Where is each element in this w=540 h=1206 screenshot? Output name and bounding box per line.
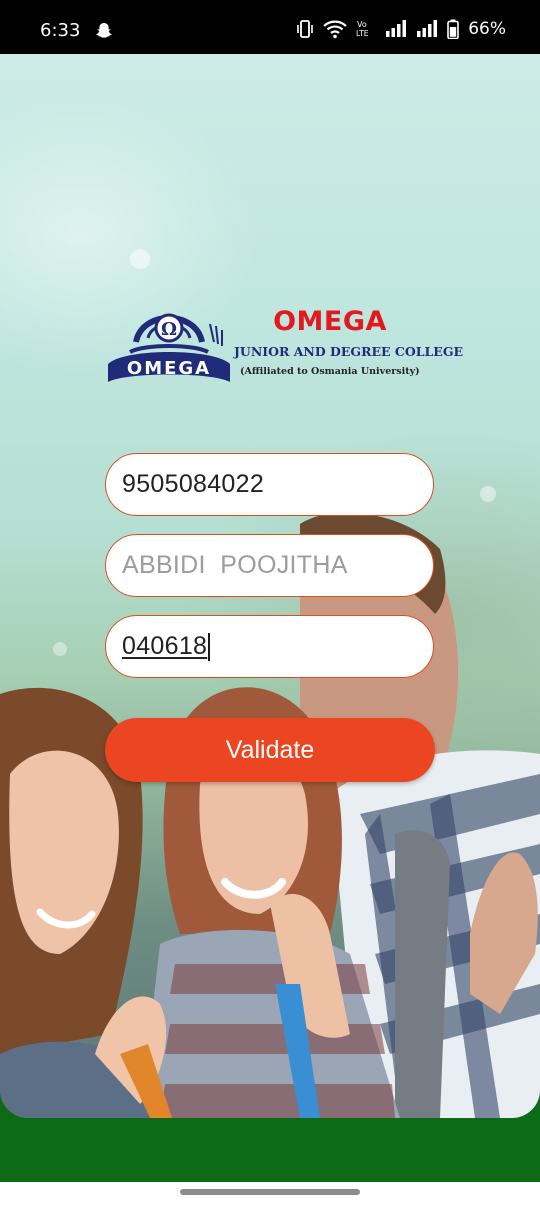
validate-button[interactable]: Validate — [105, 718, 435, 782]
snapchat-ghost-icon — [96, 23, 112, 38]
wifi-icon — [323, 20, 347, 39]
college-affiliation: (Affiliated to Osmania University) — [240, 366, 420, 377]
status-bar: 6:33 Vo LTE 66% — [0, 0, 540, 54]
status-icons: Vo LTE 66% — [296, 19, 506, 39]
app-screen: 6:33 Vo LTE 66% Ω OMEGA OMEGA JUNIOR AND… — [0, 0, 540, 1206]
code-field[interactable]: 040618 — [105, 615, 434, 678]
status-time: 6:33 — [40, 20, 81, 41]
student-name-field[interactable]: ABBIDI POOJITHA — [105, 534, 434, 597]
phone-value: 9505084022 — [122, 470, 265, 498]
home-indicator[interactable] — [180, 1189, 360, 1195]
college-logo-emblem: Ω OMEGA — [108, 313, 230, 382]
college-name: OMEGA — [273, 306, 387, 337]
battery-percent: 66% — [468, 19, 506, 39]
svg-text:OMEGA: OMEGA — [127, 358, 211, 379]
volte-icon: Vo LTE — [356, 20, 369, 38]
code-value: 040618 — [122, 632, 208, 660]
student-name-value: ABBIDI POOJITHA — [122, 551, 348, 579]
navigation-bar — [0, 1182, 540, 1206]
vibrate-icon — [297, 20, 314, 38]
signal-icon — [417, 20, 438, 37]
signal-icon — [386, 20, 407, 37]
phone-field[interactable]: 9505084022 — [105, 453, 434, 516]
svg-text:Ω: Ω — [161, 319, 177, 340]
svg-text:LTE: LTE — [356, 29, 369, 38]
college-subtitle: JUNIOR AND DEGREE COLLEGE — [234, 344, 464, 359]
text-cursor — [208, 632, 211, 661]
svg-text:Vo: Vo — [357, 20, 367, 29]
battery-icon — [447, 19, 460, 39]
